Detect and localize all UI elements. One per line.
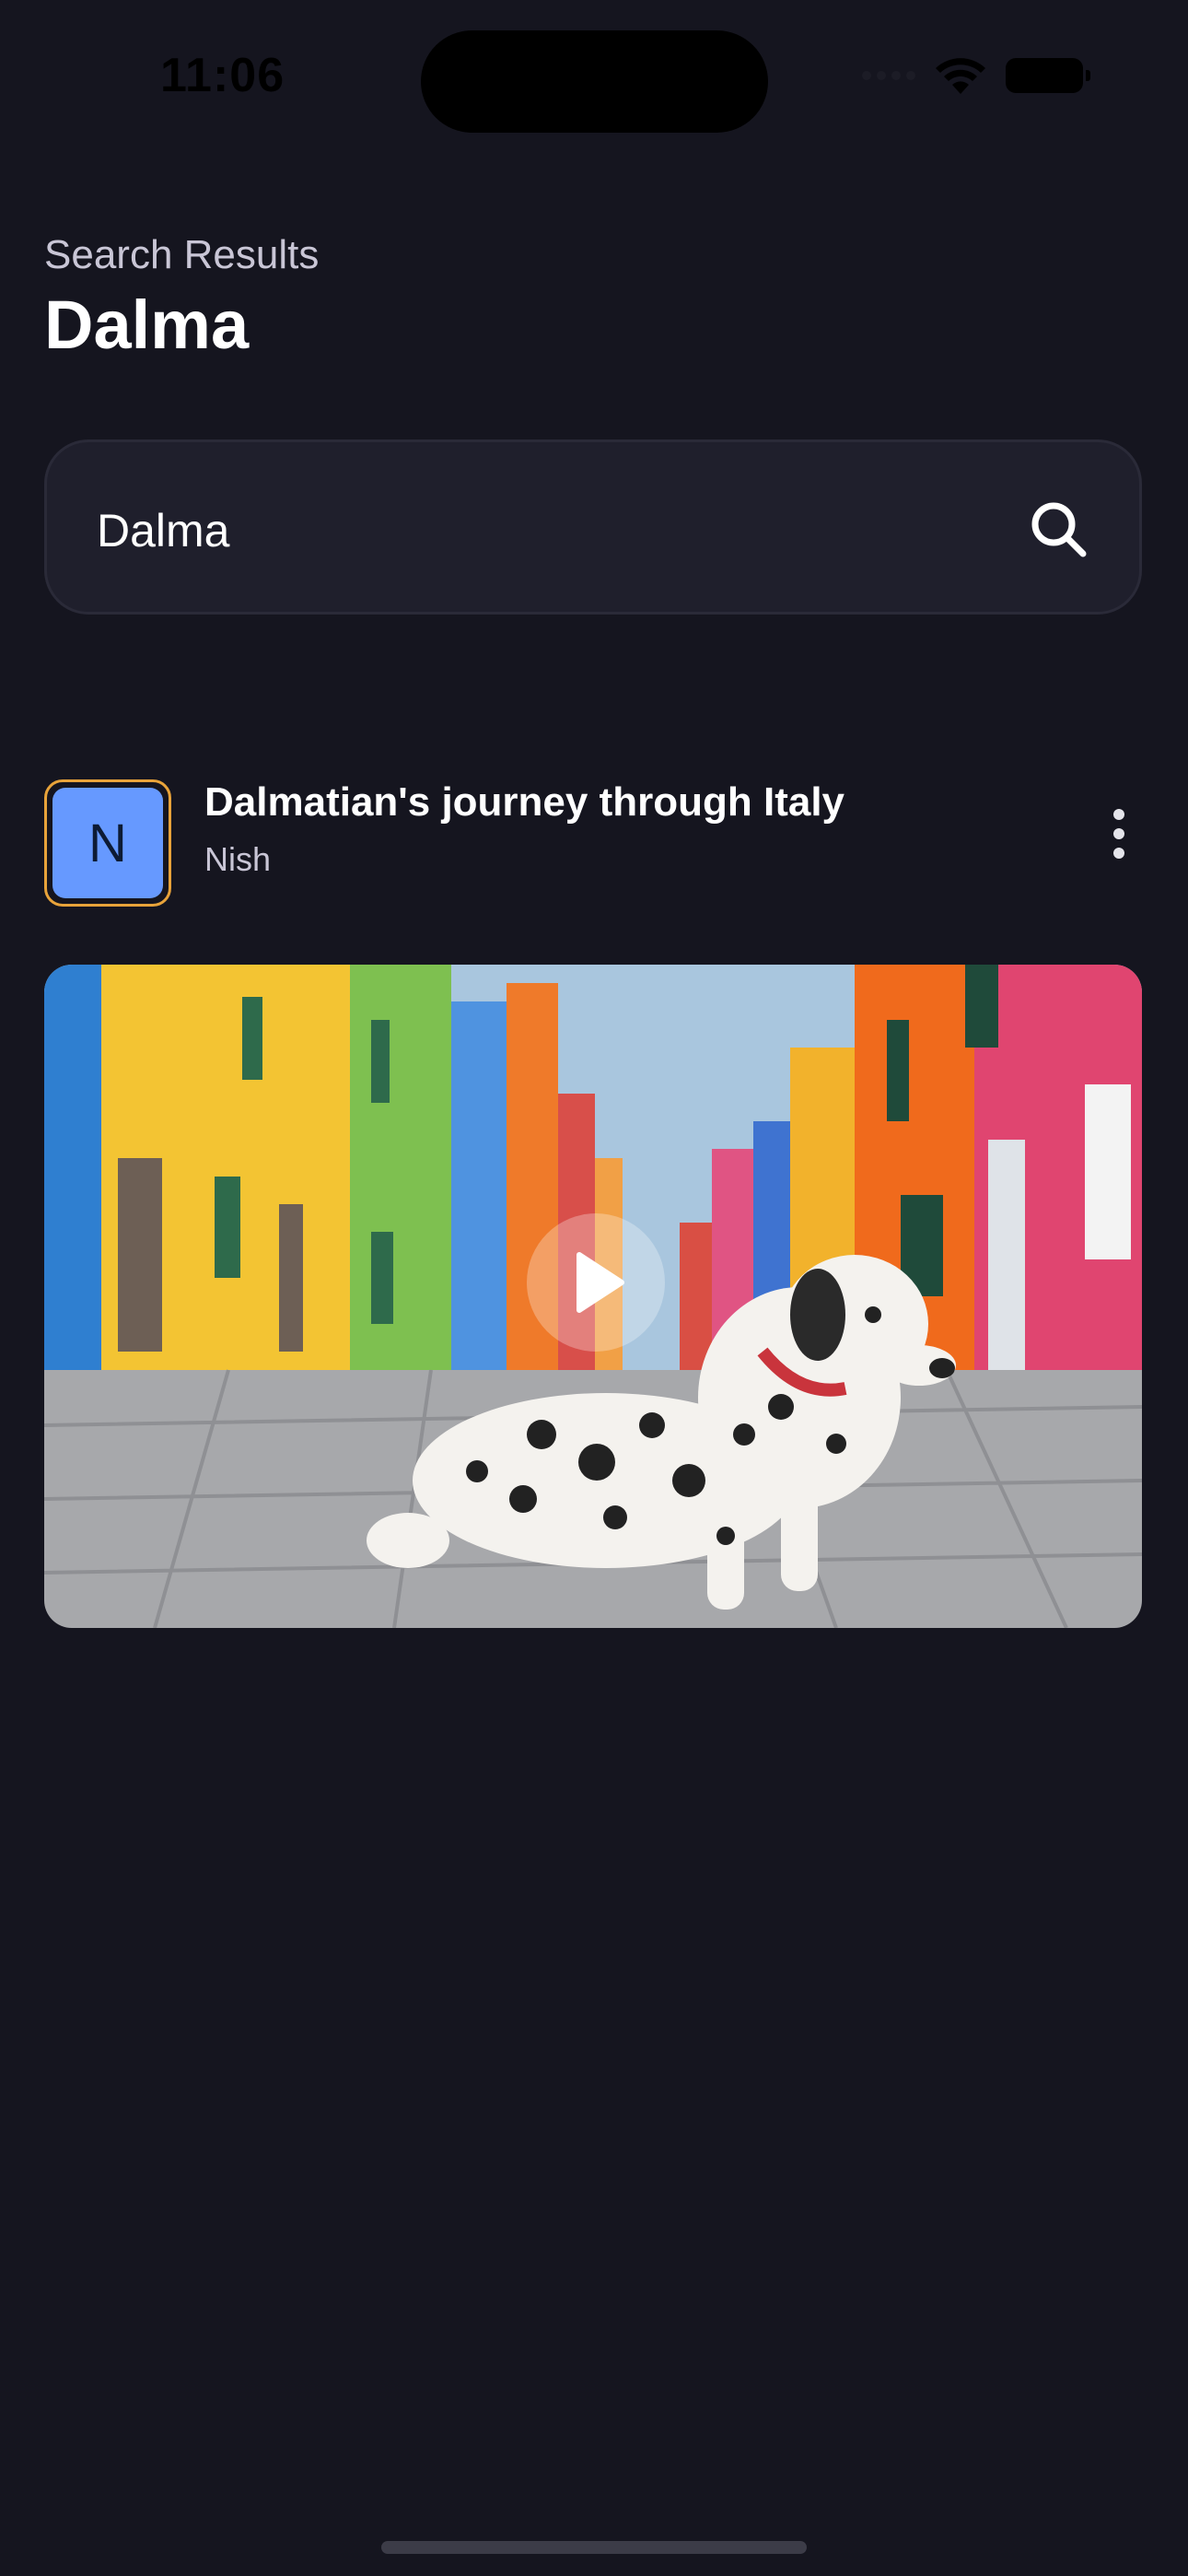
play-button[interactable]	[527, 1213, 665, 1352]
video-thumbnail[interactable]	[44, 965, 1142, 1628]
search-button[interactable]	[1018, 488, 1099, 569]
more-options-button[interactable]	[1096, 792, 1142, 875]
page-title: Dalma	[44, 287, 250, 363]
more-vertical-icon	[1113, 809, 1124, 820]
wifi-icon	[936, 58, 985, 94]
home-indicator[interactable]	[381, 2541, 807, 2554]
result-item-header[interactable]: N Dalmatian's journey through Italy Nish	[44, 779, 1142, 907]
play-icon	[577, 1252, 624, 1313]
status-bar: 11:06	[0, 0, 1188, 157]
cellular-signal-icon	[862, 71, 915, 80]
result-title[interactable]: Dalmatian's journey through Italy	[204, 779, 844, 825]
page-subtitle: Search Results	[44, 232, 320, 277]
search-icon	[1031, 502, 1087, 557]
avatar-letter: N	[52, 788, 163, 898]
dynamic-island	[421, 30, 768, 133]
avatar[interactable]: N	[44, 779, 171, 907]
status-time: 11:06	[160, 49, 285, 102]
battery-icon	[1006, 58, 1090, 93]
result-author[interactable]: Nish	[204, 840, 271, 879]
search-bar	[44, 439, 1142, 615]
search-input[interactable]	[95, 488, 983, 573]
status-indicators	[862, 57, 1090, 94]
